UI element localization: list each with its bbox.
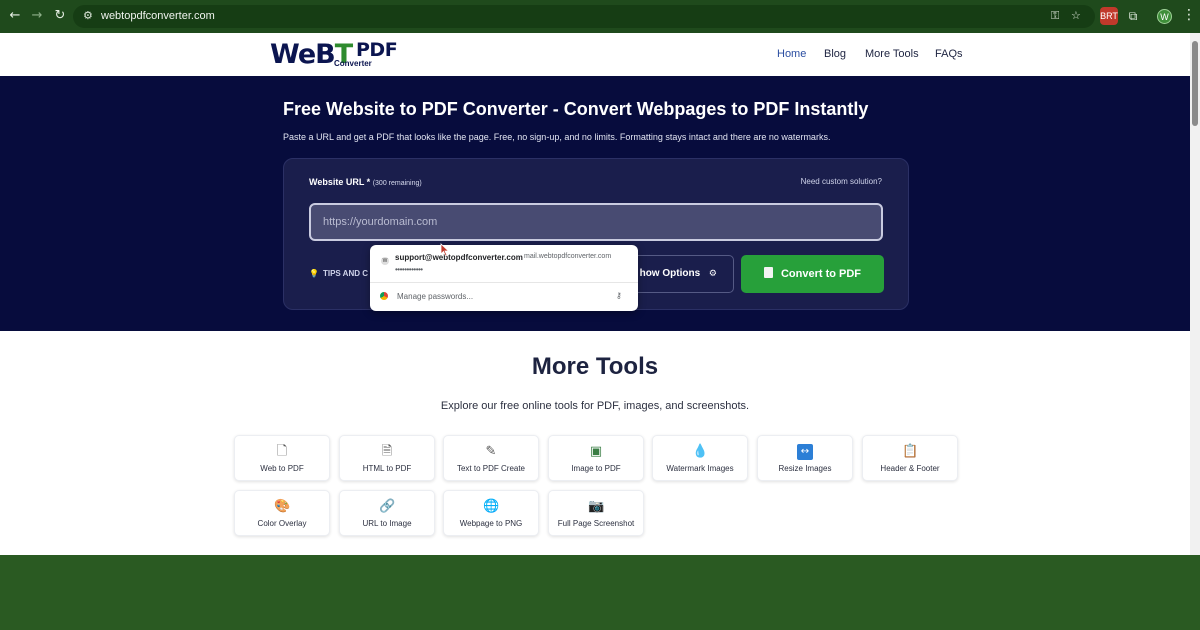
page-title: Free Website to PDF Converter - Convert … <box>283 99 869 119</box>
palette-icon: 🎨 <box>274 499 291 514</box>
bookmark-star-icon[interactable]: ☆ <box>1071 9 1081 22</box>
pencil-document-icon: ✎ <box>485 444 497 459</box>
url-label-text: Website URL * <box>309 177 371 187</box>
manage-passwords-link[interactable]: Manage passwords... <box>397 292 473 301</box>
forward-icon[interactable]: → <box>30 9 44 23</box>
scrollbar-thumb[interactable] <box>1192 41 1198 126</box>
url-label: Website URL * (300 remaining) <box>309 177 422 187</box>
tips-label: TIPS AND C <box>322 269 369 278</box>
url-input[interactable] <box>309 203 883 241</box>
tool-header-footer[interactable]: 📋 Header & Footer <box>862 435 958 481</box>
tool-color-overlay[interactable]: 🎨 Color Overlay <box>234 490 330 536</box>
tool-label: Text to PDF Create <box>456 464 526 473</box>
convert-label: Convert to PDF <box>780 268 862 280</box>
tool-label: Webpage to PNG <box>459 519 523 528</box>
tool-webpage-to-png[interactable]: 🌐 Webpage to PNG <box>443 490 539 536</box>
page-scrollbar[interactable] <box>1190 33 1200 555</box>
autofill-password: •••••••••••• <box>395 265 423 274</box>
image-icon: ▣ <box>589 444 603 459</box>
logo-pdf: PDF <box>356 39 398 61</box>
tool-web-to-pdf[interactable]: 🗋 Web to PDF <box>234 435 330 481</box>
convert-button[interactable]: Convert to PDF <box>741 255 884 293</box>
clipboard-icon: 📋 <box>902 444 919 459</box>
globe-icon: 🌐 <box>483 499 500 514</box>
site-header: WeBT PDF Converter Home Blog More Tools … <box>0 33 1190 76</box>
key-icon: ⚷ <box>616 291 622 300</box>
nav-faqs[interactable]: FAQs <box>935 48 963 60</box>
address-bar[interactable]: ⚙ webtopdfconverter.com ⚿ ☆ <box>73 5 1095 28</box>
tool-label: Header & Footer <box>880 464 940 473</box>
tool-watermark-images[interactable]: 💧 Watermark Images <box>652 435 748 481</box>
tool-resize-images[interactable]: ↔ Resize Images <box>757 435 853 481</box>
nav-blog[interactable]: Blog <box>824 48 846 60</box>
nav-more-tools[interactable]: More Tools <box>865 48 919 60</box>
site-info-icon[interactable]: ⚙ <box>83 9 93 22</box>
autofill-account[interactable]: support@webtopdfconverter.com <box>395 253 523 262</box>
password-autofill-popup: W support@webtopdfconverter.com mail.web… <box>370 245 638 311</box>
page-viewport: WeBT PDF Converter Home Blog More Tools … <box>0 33 1200 555</box>
more-tools-title: More Tools <box>531 353 659 380</box>
hero-subtitle: Paste a URL and get a PDF that looks lik… <box>283 132 831 142</box>
tool-label: Resize Images <box>778 464 832 473</box>
gear-icon: ⚙ <box>708 269 717 279</box>
html-file-icon: 🗎 <box>381 444 393 459</box>
site-favicon-icon: W <box>381 257 389 265</box>
nav-home[interactable]: Home <box>777 48 806 60</box>
document-icon <box>763 267 773 278</box>
address-url: webtopdfconverter.com <box>101 10 215 22</box>
tool-full-page-screenshot[interactable]: 📷 Full Page Screenshot <box>548 490 644 536</box>
tool-label: Image to PDF <box>571 464 621 473</box>
tool-label: Full Page Screenshot <box>557 519 635 528</box>
tool-label: Color Overlay <box>257 519 307 528</box>
popup-divider <box>370 282 638 283</box>
tool-image-to-pdf[interactable]: ▣ Image to PDF <box>548 435 644 481</box>
browser-toolbar: ← → ↻ ⚙ webtopdfconverter.com ⚿ ☆ BRT ⧉ … <box>0 0 1200 33</box>
password-key-icon[interactable]: ⚿ <box>1051 9 1059 23</box>
resize-icon: ↔ <box>797 444 813 460</box>
tool-url-to-image[interactable]: 🔗 URL to Image <box>339 490 435 536</box>
tool-label: URL to Image <box>362 519 412 528</box>
back-icon[interactable]: ← <box>8 9 22 23</box>
extensions-puzzle-icon[interactable]: ⧉ <box>1124 7 1142 25</box>
droplet-icon: 💧 <box>692 444 709 459</box>
mouse-cursor-icon <box>440 243 450 257</box>
tool-text-to-pdf[interactable]: ✎ Text to PDF Create <box>443 435 539 481</box>
autofill-domain: mail.webtopdfconverter.com <box>524 253 612 260</box>
more-tools-subtitle: Explore our free online tools for PDF, i… <box>440 400 750 412</box>
site-logo[interactable]: WeBT PDF Converter <box>270 39 398 70</box>
extension-icon[interactable]: BRT <box>1100 7 1118 25</box>
remaining-count: (300 remaining) <box>372 180 422 187</box>
camera-icon: 📷 <box>588 499 605 514</box>
custom-solution-link[interactable]: Need custom solution? <box>801 177 882 186</box>
link-icon: 🔗 <box>379 499 396 514</box>
logo-converter: Converter <box>334 59 372 68</box>
lightbulb-icon: 💡 <box>309 269 319 278</box>
tool-label: HTML to PDF <box>362 464 412 473</box>
tool-html-to-pdf[interactable]: 🗎 HTML to PDF <box>339 435 435 481</box>
document-icon: 🗋 <box>276 444 288 459</box>
logo-web: WeB <box>270 39 336 70</box>
reload-icon[interactable]: ↻ <box>53 9 67 23</box>
browser-menu-icon[interactable]: ⋮ <box>1182 7 1196 23</box>
profile-avatar[interactable]: W <box>1157 9 1172 24</box>
show-options-label: how Options <box>639 268 701 279</box>
tool-label: Watermark Images <box>666 464 734 473</box>
tips-toggle[interactable]: 💡 TIPS AND C <box>309 269 368 278</box>
google-icon <box>380 292 388 300</box>
tool-label: Web to PDF <box>260 464 304 473</box>
